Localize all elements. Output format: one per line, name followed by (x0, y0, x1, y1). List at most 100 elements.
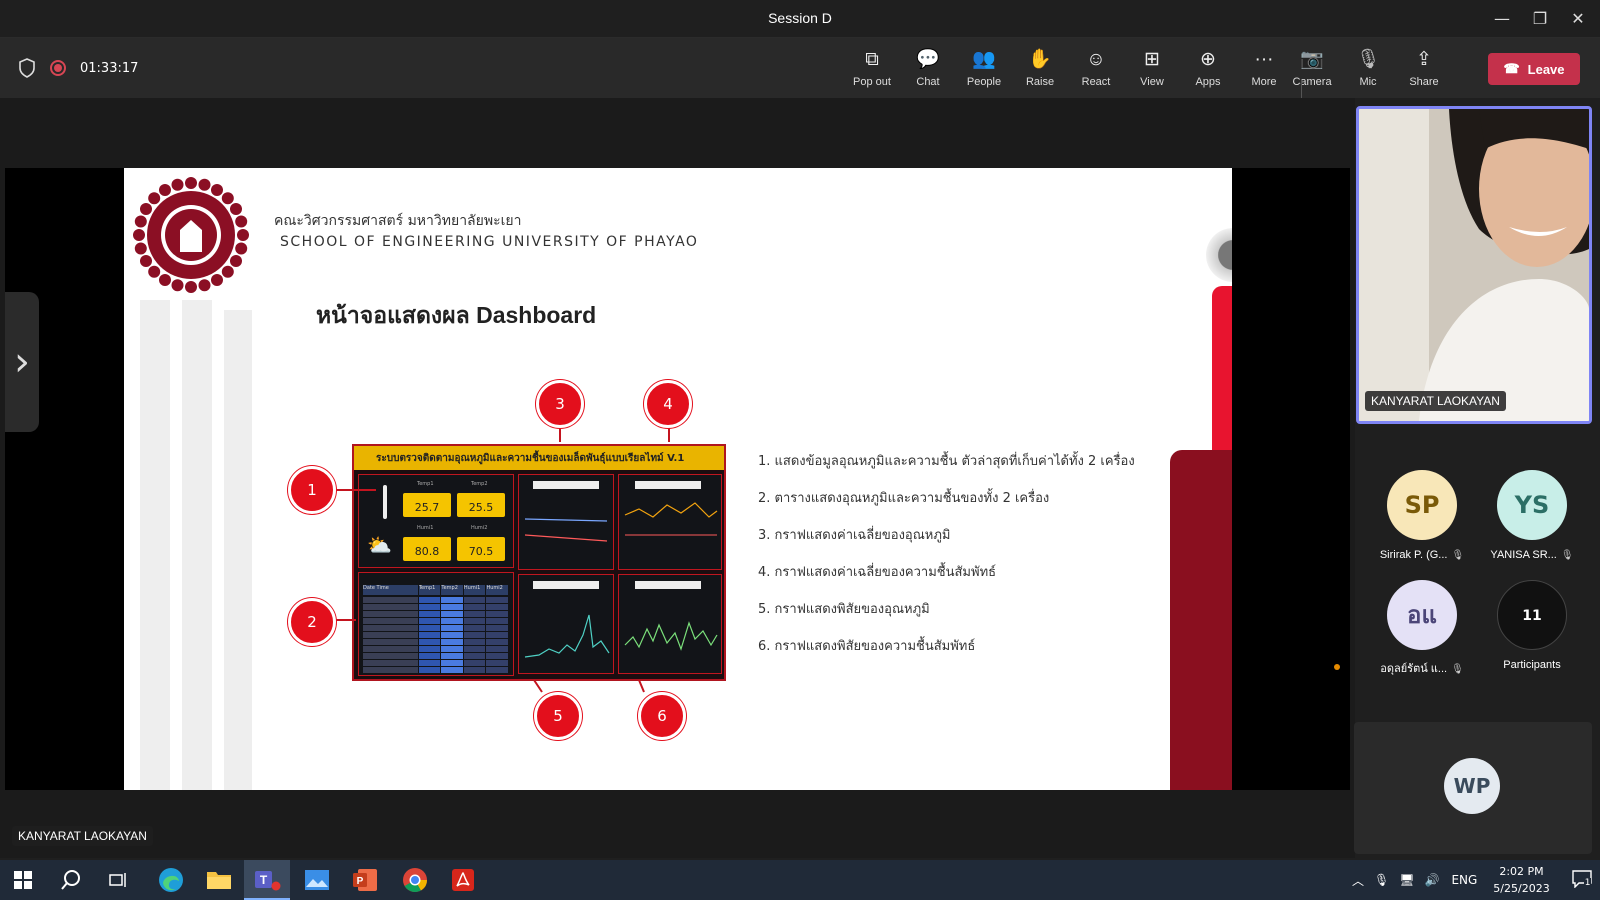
view-button[interactable]: ⊞ View (1126, 48, 1178, 88)
svg-text:P: P (357, 876, 364, 887)
mic-off-icon: 🎙 (1451, 550, 1465, 561)
more-icon: ··· (1254, 49, 1274, 70)
task-view-icon[interactable] (96, 860, 142, 900)
marker-3: 3 (536, 380, 584, 428)
participant-name: อดุลย์รัตน์ แ... (1380, 663, 1448, 675)
participant-name: YANISA SR... (1490, 549, 1557, 561)
start-icon[interactable] (0, 860, 46, 900)
expand-panel-button[interactable]: › (5, 292, 39, 432)
people-icon: 👥 (972, 49, 996, 70)
avatar: 11 (1497, 580, 1567, 650)
legend-list: 1. แสดงข้อมูลอุณหภูมิและความชื้น ตัวล่าส… (758, 450, 1135, 672)
marker-5: 5 (534, 692, 582, 740)
recording-icon (50, 60, 66, 76)
toolbar-label: Share (1409, 76, 1439, 88)
react-icon: ☺ (1086, 49, 1106, 70)
chevron-up-icon[interactable]: ︿ (1352, 872, 1364, 889)
avatar: WP (1444, 758, 1500, 814)
notification-count: 1 (1583, 877, 1592, 888)
participant-tile[interactable]: อแอดุลย์รัตน์ แ... 🎙 (1372, 580, 1472, 677)
file-explorer-icon[interactable] (196, 860, 242, 900)
search-icon[interactable] (48, 860, 94, 900)
presenter-video[interactable]: KANYARAT LAOKAYAN (1356, 106, 1592, 424)
toolbar-label: Apps (1195, 76, 1221, 88)
edge-icon[interactable] (148, 860, 194, 900)
meeting-timer: 01:33:17 (80, 60, 139, 76)
toolbar-label: More (1251, 76, 1277, 88)
chrome-icon[interactable] (392, 860, 438, 900)
toolbar-label: Mic (1359, 76, 1377, 88)
phone-hangup-icon: ☎ (1503, 61, 1520, 76)
notification-icon[interactable]: 1 (1572, 869, 1592, 891)
toolbar-label: Camera (1292, 76, 1332, 88)
close-button[interactable]: ✕ (1560, 6, 1596, 32)
avatar: SP (1387, 470, 1457, 540)
raise-button[interactable]: ✋ Raise (1014, 48, 1066, 88)
microphone-icon[interactable]: 🎙 (1374, 873, 1389, 887)
avatar: YS (1497, 470, 1567, 540)
teams-icon[interactable]: T (244, 860, 290, 900)
minimize-button[interactable]: — (1484, 6, 1520, 32)
legend-item: 2. ตารางแสดงอุณหภูมิและความชื้นของทั้ง 2… (758, 491, 1050, 506)
marker-2: 2 (288, 598, 336, 646)
clock-date: 5/25/2023 (1493, 882, 1550, 895)
clock[interactable]: 2:02 PM 5/25/2023 (1493, 863, 1549, 897)
toolbar-label: View (1140, 76, 1164, 88)
system-tray: ︿ 🎙 🖥 🔊 ENG 2:02 PM 5/25/2023 1 (1352, 860, 1592, 900)
toolbar-label: Chat (916, 76, 940, 88)
svg-text:T: T (260, 873, 268, 887)
participant-name: Participants (1503, 659, 1561, 671)
participant-name: Sirirak P. (G... (1379, 549, 1448, 561)
leave-label: Leave (1527, 61, 1565, 77)
mic-off-icon: 🎙 (1560, 550, 1574, 561)
powerpoint-icon[interactable]: P (342, 860, 388, 900)
acrobat-icon[interactable] (440, 860, 486, 900)
raise-hand-icon: ✋ (1028, 49, 1052, 70)
presentation-slide: คณะวิศวกรรมศาสตร์ มหาวิทยาลัยพะเยา SCHOO… (124, 168, 1232, 790)
pointer-dot (1334, 664, 1340, 670)
apps-button[interactable]: ⊕ Apps (1182, 48, 1234, 88)
react-button[interactable]: ☺ React (1070, 48, 1122, 88)
mic-off-icon: 🎙 (1355, 49, 1381, 70)
view-icon: ⊞ (1144, 49, 1160, 70)
presenter-name-chip: KANYARAT LAOKAYAN (1365, 391, 1506, 411)
stage-name-chip: KANYARAT LAOKAYAN (12, 826, 153, 846)
photos-icon[interactable] (294, 860, 340, 900)
more-button[interactable]: ··· More (1238, 48, 1290, 88)
pop-out-icon: ⧉ (865, 49, 879, 70)
chevron-right-icon: › (14, 339, 30, 385)
legend-item: 4. กราฟแสดงค่าเฉลี่ยของความชื้นสัมพัทธ์ (758, 565, 997, 580)
avatar: อแ (1387, 580, 1457, 650)
windows-taskbar: T P ︿ 🎙 🖥 🔊 ENG 2:02 PM 5/25/2023 1 (0, 860, 1600, 900)
restore-button[interactable]: ❐ (1522, 6, 1558, 32)
chat-button[interactable]: 💬 Chat (902, 48, 954, 88)
participant-tile[interactable]: WP (1354, 722, 1592, 854)
marker-4: 4 (644, 380, 692, 428)
camera-button[interactable]: 📷 Camera (1286, 48, 1338, 88)
toolbar-label: Raise (1025, 76, 1055, 88)
legend-item: 1. แสดงข้อมูลอุณหภูมิและความชื้น ตัวล่าส… (758, 454, 1135, 469)
language-indicator[interactable]: ENG (1451, 873, 1477, 887)
pop-out-button[interactable]: ⧉ Pop out (846, 48, 898, 88)
mic-off-icon: 🎙 (1451, 664, 1464, 675)
participant-tile[interactable]: YS YANISA SR... 🎙 (1482, 470, 1582, 561)
meeting-status: 01:33:17 (18, 58, 138, 78)
title-bar: Session D — ❐ ✕ (0, 0, 1600, 38)
legend-item: 3. กราฟแสดงค่าเฉลี่ยของอุณหภูมิ (758, 528, 951, 543)
chat-icon: 💬 (916, 49, 940, 70)
share-button[interactable]: ⇪ Share (1398, 48, 1450, 88)
participants-count-button[interactable]: 11 Participants (1482, 580, 1582, 671)
leave-button[interactable]: ☎ Leave (1488, 53, 1580, 85)
presenter-photo (1359, 109, 1589, 421)
volume-icon[interactable]: 🔊 (1424, 873, 1439, 887)
camera-off-icon: 📷 (1300, 49, 1324, 70)
legend-item: 6. กราฟแสดงพิสัยของความชื้นสัมพัทธ์ (758, 639, 976, 654)
marker-1: 1 (288, 466, 336, 514)
mic-button[interactable]: 🎙 Mic (1342, 48, 1394, 88)
shield-icon[interactable] (18, 58, 36, 78)
apps-icon: ⊕ (1200, 49, 1216, 70)
people-button[interactable]: 👥 People (958, 48, 1010, 88)
toolbar-label: React (1081, 76, 1111, 88)
network-icon[interactable]: 🖥 (1399, 873, 1414, 887)
participant-tile[interactable]: SP Sirirak P. (G... 🎙 (1372, 470, 1472, 561)
